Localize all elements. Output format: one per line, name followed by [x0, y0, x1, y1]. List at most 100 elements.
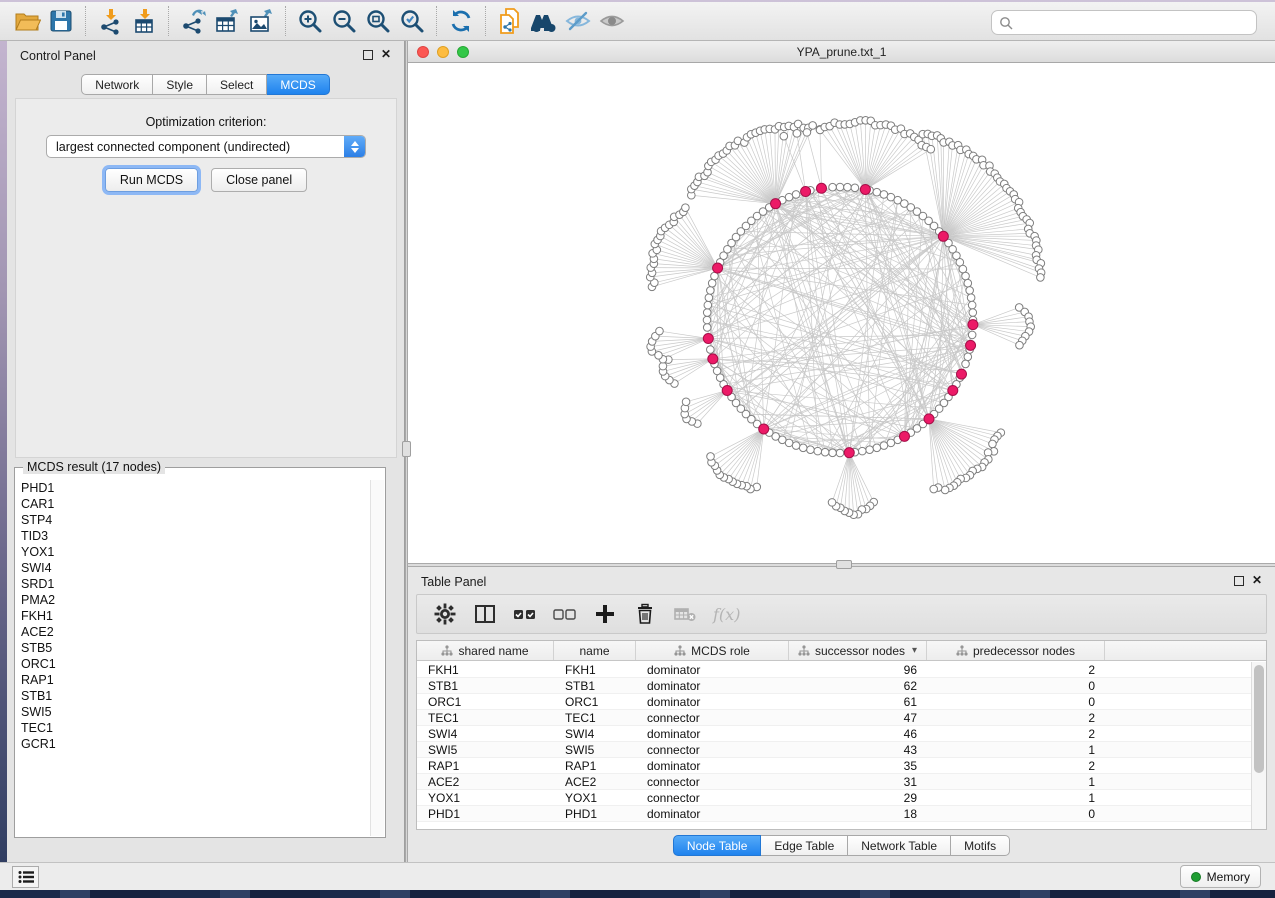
result-list-item[interactable]: ACE2 [16, 624, 370, 640]
export-table-icon[interactable] [210, 5, 244, 37]
graph-node[interactable] [969, 309, 977, 317]
graph-node[interactable] [829, 449, 837, 457]
network-canvas[interactable] [408, 63, 1275, 563]
column-header-name[interactable]: name [554, 641, 636, 660]
graph-leaf-node[interactable] [809, 122, 817, 130]
hide-selected-eye-slash-icon[interactable] [561, 5, 595, 37]
show-all-eye-icon[interactable] [595, 5, 629, 37]
graph-leaf-node[interactable] [828, 499, 836, 507]
graph-node[interactable] [880, 191, 888, 199]
graph-node[interactable] [966, 287, 974, 295]
graph-node[interactable] [792, 191, 800, 199]
close-panel-button[interactable]: Close panel [211, 168, 307, 192]
run-mcds-button[interactable]: Run MCDS [105, 168, 198, 192]
graph-node[interactable] [707, 287, 715, 295]
graph-node[interactable] [962, 272, 970, 280]
graph-node[interactable] [964, 353, 972, 361]
graph-node[interactable] [836, 449, 844, 457]
result-list-item[interactable]: TEC1 [16, 720, 370, 736]
table-scrollbar[interactable] [1251, 662, 1266, 829]
mcds-result-list[interactable]: PHD1CAR1STP4TID3YOX1SWI4SRD1PMA2FKH1ACE2… [16, 480, 370, 836]
graph-leaf-node[interactable] [793, 130, 801, 138]
graph-hub-node[interactable] [759, 424, 769, 434]
graph-node[interactable] [887, 439, 895, 447]
graph-node[interactable] [959, 265, 967, 273]
graph-leaf-node[interactable] [1037, 274, 1045, 282]
column-header-predecessor-nodes[interactable]: predecessor nodes [927, 641, 1105, 660]
delete-column-trash-icon[interactable] [633, 602, 657, 626]
graph-hub-node[interactable] [722, 385, 732, 395]
graph-hub-node[interactable] [771, 199, 781, 209]
network-graph[interactable] [408, 63, 1275, 563]
tab-mcds[interactable]: MCDS [267, 74, 329, 95]
result-list-item[interactable]: CAR1 [16, 496, 370, 512]
open-file-icon[interactable] [10, 5, 44, 37]
graph-node[interactable] [785, 193, 793, 201]
graph-node[interactable] [703, 309, 711, 317]
graph-leaf-node[interactable] [803, 129, 811, 137]
memory-button[interactable]: Memory [1180, 865, 1261, 888]
tab-select[interactable]: Select [207, 74, 267, 95]
result-list-item[interactable]: SRD1 [16, 576, 370, 592]
network-titlebar[interactable]: YPA_prune.txt_1 [408, 41, 1275, 63]
graph-hub-node[interactable] [844, 448, 854, 458]
graph-node[interactable] [968, 331, 976, 339]
tab-network[interactable]: Network [81, 74, 153, 95]
graph-node[interactable] [880, 442, 888, 450]
optimization-criterion-select[interactable]: largest connected component (undirected) [46, 135, 366, 158]
tab-edge-table[interactable]: Edge Table [761, 835, 848, 856]
graph-hub-node[interactable] [713, 263, 723, 273]
zoom-selected-icon[interactable] [395, 5, 429, 37]
graph-leaf-node[interactable] [656, 327, 664, 335]
show-panels-list-button[interactable] [12, 866, 39, 888]
graph-leaf-node[interactable] [989, 440, 997, 448]
table-row[interactable]: PHD1PHD1dominator180 [417, 806, 1251, 822]
horizontal-splitter-handle[interactable] [836, 560, 852, 569]
save-session-icon[interactable] [44, 5, 78, 37]
graph-node[interactable] [962, 360, 970, 368]
graph-leaf-node[interactable] [1016, 341, 1024, 349]
graph-node[interactable] [703, 316, 711, 324]
graph-node[interactable] [821, 448, 829, 456]
zoom-in-icon[interactable] [293, 5, 327, 37]
zoom-fit-icon[interactable] [361, 5, 395, 37]
graph-hub-node[interactable] [860, 184, 870, 194]
graph-hub-node[interactable] [938, 231, 948, 241]
float-window-icon[interactable] [363, 50, 373, 60]
close-window-icon[interactable]: ✕ [381, 47, 391, 61]
duplicate-network-icon[interactable] [493, 5, 527, 37]
vertical-splitter-handle[interactable] [402, 441, 411, 457]
graph-hub-node[interactable] [948, 385, 958, 395]
result-list-item[interactable]: PHD1 [16, 480, 370, 496]
column-panel-icon[interactable] [473, 602, 497, 626]
graph-node[interactable] [704, 301, 712, 309]
table-row[interactable]: TEC1TEC1connector472 [417, 710, 1251, 726]
graph-node[interactable] [814, 447, 822, 455]
table-row[interactable]: SWI5SWI5connector431 [417, 742, 1251, 758]
binoculars-icon[interactable] [527, 5, 561, 37]
table-scrollbar-thumb[interactable] [1254, 665, 1264, 773]
search-field[interactable] [991, 10, 1257, 35]
deselect-all-icon[interactable] [553, 602, 577, 626]
graph-node[interactable] [792, 442, 800, 450]
column-header-successor-nodes[interactable]: successor nodes ▾ [789, 641, 927, 660]
float-window-icon[interactable] [1234, 576, 1244, 586]
add-column-icon[interactable] [593, 602, 617, 626]
graph-node[interactable] [873, 188, 881, 196]
gear-icon[interactable] [433, 602, 457, 626]
graph-leaf-node[interactable] [927, 145, 935, 153]
graph-leaf-node[interactable] [682, 204, 690, 212]
result-list-scrollbar[interactable] [370, 480, 384, 836]
graph-hub-node[interactable] [703, 334, 713, 344]
table-row[interactable]: RAP1RAP1dominator352 [417, 758, 1251, 774]
column-header-mcds-role[interactable]: MCDS role [636, 641, 789, 660]
table-row[interactable]: ORC1ORC1dominator610 [417, 694, 1251, 710]
graph-hub-node[interactable] [957, 369, 967, 379]
result-list-item[interactable]: STB5 [16, 640, 370, 656]
graph-node[interactable] [858, 447, 866, 455]
table-row[interactable]: FKH1FKH1dominator962 [417, 662, 1251, 678]
column-header-shared-name[interactable]: shared name [417, 641, 554, 660]
refresh-layout-icon[interactable] [444, 5, 478, 37]
graph-node[interactable] [866, 446, 874, 454]
export-image-icon[interactable] [244, 5, 278, 37]
